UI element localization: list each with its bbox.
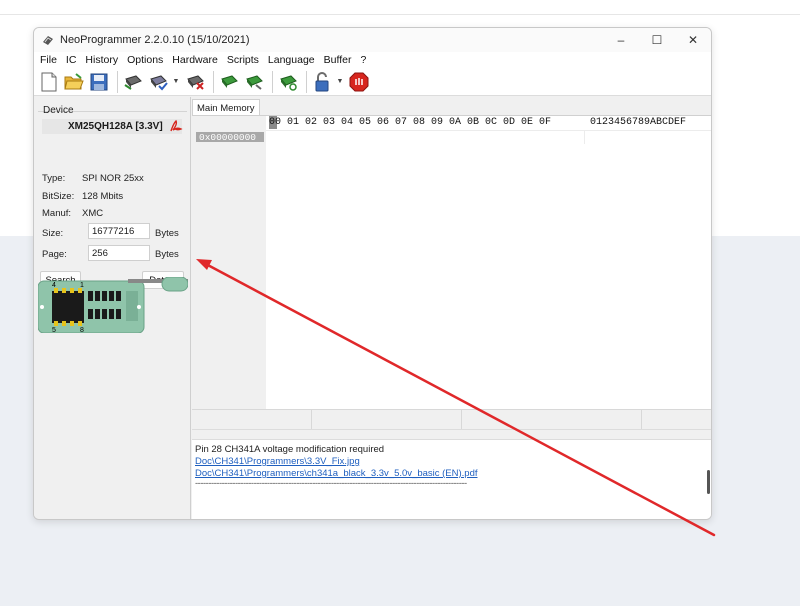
type-value: SPI NOR 25xx xyxy=(82,173,144,184)
tab-main-memory[interactable]: Main Memory xyxy=(192,99,260,116)
log-separator: ----------------------------------------… xyxy=(195,478,467,489)
unlock-dropdown-arrow[interactable]: ▼ xyxy=(336,71,344,93)
menu-language[interactable]: Language xyxy=(268,54,315,66)
read-chip-button[interactable] xyxy=(122,71,144,93)
pin-label-4: 4 xyxy=(52,282,56,289)
status-segment xyxy=(192,410,312,430)
open-folder-icon xyxy=(64,72,84,89)
save-button[interactable] xyxy=(88,71,110,93)
stop-button[interactable] xyxy=(348,71,370,93)
program-chip-icon xyxy=(246,74,263,90)
log-link-fix-image[interactable]: Doc\CH341\Programmers\3.3V_Fix.jpg xyxy=(195,456,360,467)
read-chip-icon xyxy=(124,74,142,90)
size-label: Size: xyxy=(42,228,64,239)
page-field[interactable]: 256 xyxy=(88,245,150,261)
device-panel: Device XM25QH128A [3.3V] Type: SPI NOR 2… xyxy=(34,97,191,519)
menu-buffer[interactable]: Buffer xyxy=(324,54,352,66)
device-group-label: Device xyxy=(43,105,74,116)
hex-column-header: 00 01 02 03 04 05 06 07 08 09 0A 0B 0C 0… xyxy=(269,117,552,128)
toolbar: ▼ ▼ xyxy=(34,68,711,96)
close-button[interactable]: ✕ xyxy=(675,28,711,52)
status-bar xyxy=(192,409,711,430)
status-segment xyxy=(462,410,642,430)
maximize-button[interactable]: ☐ xyxy=(639,28,675,52)
menu-scripts[interactable]: Scripts xyxy=(227,54,259,66)
toolbar-separator xyxy=(213,70,214,93)
menu-help[interactable]: ? xyxy=(360,54,366,66)
chip-adapter-diagram: 4 1 5 8 xyxy=(37,276,189,334)
menu-history[interactable]: History xyxy=(85,54,118,66)
hex-row-divider xyxy=(266,130,711,131)
log-panel: Pin 28 CH341A voltage modification requi… xyxy=(192,439,711,519)
app-window: NeoProgrammer 2.2.0.10 (15/10/2021) – ☐ … xyxy=(33,27,712,520)
log-scroll-thumb[interactable] xyxy=(707,470,710,494)
menu-ic[interactable]: IC xyxy=(66,54,77,66)
unlock-button[interactable] xyxy=(311,71,333,93)
erase-chip-button[interactable] xyxy=(184,71,206,93)
verify-chip-icon xyxy=(150,74,168,90)
new-file-button[interactable] xyxy=(38,71,60,93)
pdf-icon[interactable] xyxy=(169,119,183,133)
verify-chip-button[interactable] xyxy=(147,71,169,93)
stop-icon xyxy=(349,72,369,91)
pin-label-5: 5 xyxy=(52,327,56,333)
device-name-field: XM25QH128A [3.3V] xyxy=(42,119,182,134)
desktop-top-divider xyxy=(0,14,800,15)
ascii-column-header: 0123456789ABCDEF xyxy=(590,117,687,128)
minimize-button[interactable]: – xyxy=(603,28,639,52)
pin-label-8: 8 xyxy=(80,327,84,333)
program-chip-button[interactable] xyxy=(243,71,265,93)
menu-file[interactable]: File xyxy=(40,54,57,66)
app-icon xyxy=(42,34,54,46)
hex-editor[interactable]: 0x00000000 00 01 02 03 04 05 06 07 08 09… xyxy=(192,115,711,409)
write-chip-icon xyxy=(221,74,238,88)
title-bar[interactable]: NeoProgrammer 2.2.0.10 (15/10/2021) – ☐ … xyxy=(34,28,711,52)
type-label: Type: xyxy=(42,173,66,184)
main-panel: Main Memory 0x00000000 00 01 02 03 04 05… xyxy=(192,97,711,519)
toolbar-separator xyxy=(117,70,118,93)
address-cell[interactable]: 0x00000000 xyxy=(196,132,264,143)
menu-options[interactable]: Options xyxy=(127,54,163,66)
toolbar-separator xyxy=(306,70,307,93)
manuf-value: XMC xyxy=(82,208,104,219)
window-controls: – ☐ ✕ xyxy=(603,28,711,52)
auto-chip-icon xyxy=(280,74,297,91)
erase-chip-icon xyxy=(187,74,204,90)
verify-dropdown-arrow[interactable]: ▼ xyxy=(172,71,180,93)
pin-label-1: 1 xyxy=(80,282,84,289)
panel-splitter[interactable] xyxy=(192,429,711,439)
open-button[interactable] xyxy=(63,71,85,93)
size-field[interactable]: 16777216 xyxy=(88,223,150,239)
page-label: Page: xyxy=(42,249,67,260)
status-segment xyxy=(312,410,462,430)
manuf-label: Manuf: xyxy=(42,208,72,219)
write-chip-button[interactable] xyxy=(218,71,240,93)
log-message: Pin 28 CH341A voltage modification requi… xyxy=(195,444,385,455)
window-title: NeoProgrammer 2.2.0.10 (15/10/2021) xyxy=(60,34,250,46)
address-column: 0x00000000 xyxy=(192,116,266,409)
tab-bar: Main Memory xyxy=(192,97,711,116)
hex-ascii-divider xyxy=(584,130,585,144)
menu-bar: File IC History Options Hardware Scripts… xyxy=(34,52,711,68)
new-file-icon xyxy=(41,72,57,91)
menu-hardware[interactable]: Hardware xyxy=(172,54,218,66)
size-unit: Bytes xyxy=(155,228,179,239)
toolbar-separator xyxy=(272,70,273,93)
bitsize-label: BitSize: xyxy=(42,191,75,202)
auto-chip-button[interactable] xyxy=(277,71,299,93)
save-icon xyxy=(90,73,108,90)
page-unit: Bytes xyxy=(155,249,179,260)
bitsize-value: 128 Mbits xyxy=(82,191,124,202)
unlock-icon xyxy=(315,71,329,91)
